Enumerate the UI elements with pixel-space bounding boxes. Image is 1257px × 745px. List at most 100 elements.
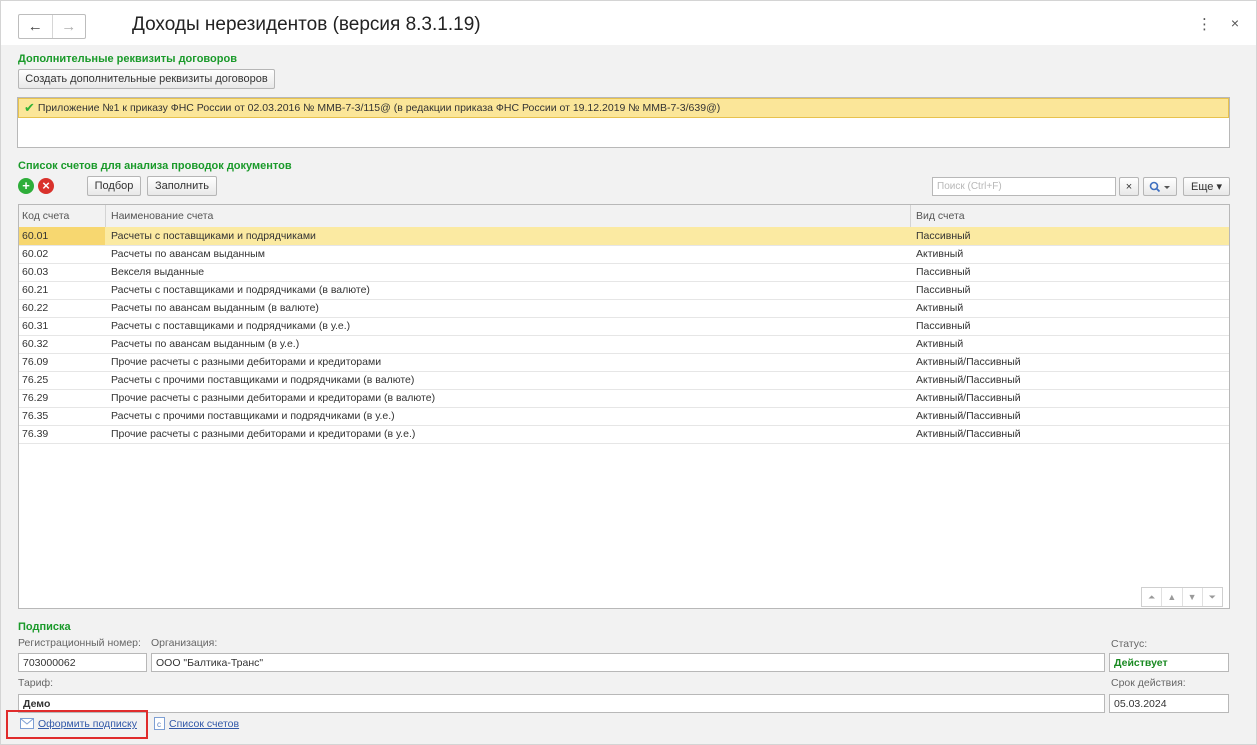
account-code: 60.03 (22, 266, 49, 278)
scroll-to-top-icon[interactable]: ⏶ (1142, 588, 1161, 606)
column-header-type[interactable]: Вид счета (916, 210, 965, 222)
account-code-cell: 76.39 (19, 425, 105, 443)
account-code-cell: 60.02 (19, 245, 105, 263)
account-code: 60.32 (22, 338, 49, 350)
account-type: Пассивный (916, 266, 971, 278)
search-icon[interactable] (1143, 177, 1177, 196)
account-code-cell: 76.09 (19, 353, 105, 371)
accounts-list-link[interactable]: Список счетов (169, 718, 239, 730)
accounts-section-title: Список счетов для анализа проводок докум… (18, 160, 292, 172)
reg-number-label: Регистрационный номер: (18, 637, 141, 649)
tariff-field[interactable]: Демо (18, 694, 1105, 713)
account-code-cell: 76.25 (19, 371, 105, 389)
select-button[interactable]: Подбор (87, 176, 141, 196)
tariff-label: Тариф: (18, 677, 54, 689)
column-divider[interactable] (105, 205, 106, 227)
account-code-cell: 60.03 (19, 263, 105, 281)
table-header: Код счета Наименование счета Вид счета (19, 205, 1229, 228)
account-name: Расчеты по авансам выданным (в валюте) (111, 302, 319, 314)
reg-number-field[interactable]: 703000062 (18, 653, 147, 672)
contract-item-text: Приложение №1 к приказу ФНС России от 02… (37, 102, 721, 114)
table-row[interactable]: 76.39 Прочие расчеты с разными дебиторами… (19, 425, 1229, 444)
table-row[interactable]: 60.31 Расчеты с поставщиками и подрядчика… (19, 317, 1229, 336)
account-name: Векселя выданные (111, 266, 205, 278)
account-code: 60.02 (22, 248, 49, 260)
account-type: Активный/Пассивный (916, 428, 1021, 440)
account-code-cell: 60.22 (19, 299, 105, 317)
more-menu-icon[interactable]: ⋮ (1197, 15, 1212, 33)
column-header-code[interactable]: Код счета (22, 210, 69, 222)
account-type: Пассивный (916, 284, 971, 296)
svg-text:c: c (157, 720, 161, 729)
account-name: Расчеты по авансам выданным (в у.е.) (111, 338, 300, 350)
table-row[interactable]: 60.01 Расчеты с поставщиками и подрядчика… (19, 227, 1229, 246)
contracts-list: ✔ Приложение №1 к приказу ФНС России от … (17, 97, 1230, 148)
account-type: Пассивный (916, 230, 971, 242)
document-icon: c (154, 717, 165, 730)
scroll-to-bottom-icon[interactable]: ⏷ (1201, 588, 1222, 606)
table-row[interactable]: 76.25 Расчеты с прочими поставщиками и по… (19, 371, 1229, 390)
add-icon[interactable]: + (18, 178, 34, 194)
table-row[interactable]: 76.35 Расчеты с прочими поставщиками и по… (19, 407, 1229, 426)
scroll-up-icon[interactable]: ▲ (1161, 588, 1181, 606)
table-scroll-buttons: ⏶ ▲ ▼ ⏷ (1141, 587, 1223, 607)
account-code-cell: 60.01 (19, 227, 105, 245)
account-name: Расчеты с поставщиками и подрядчиками (в… (111, 284, 370, 296)
table-row[interactable]: 76.09 Прочие расчеты с разными дебиторами… (19, 353, 1229, 372)
page-title: Доходы нерезидентов (версия 8.3.1.19) (132, 14, 481, 35)
account-type: Активный (916, 338, 964, 350)
account-type: Активный/Пассивный (916, 410, 1021, 422)
accounts-table: Код счета Наименование счета Вид счета 6… (18, 204, 1230, 609)
contracts-list-item[interactable]: ✔ Приложение №1 к приказу ФНС России от … (18, 98, 1229, 118)
column-header-name[interactable]: Наименование счета (111, 210, 213, 222)
table-row[interactable]: 60.03 Векселя выданные Пассивный (19, 263, 1229, 282)
search-input[interactable]: Поиск (Ctrl+F) (932, 177, 1116, 196)
account-code-cell: 60.31 (19, 317, 105, 335)
table-row[interactable]: 60.02 Расчеты по авансам выданным Активный (19, 245, 1229, 264)
close-icon[interactable]: × (1231, 15, 1239, 31)
account-type: Активный (916, 302, 964, 314)
account-code: 76.25 (22, 374, 49, 386)
scroll-down-icon[interactable]: ▼ (1181, 588, 1202, 606)
account-type: Пассивный (916, 320, 971, 332)
table-row[interactable]: 76.29 Прочие расчеты с разными дебиторами… (19, 389, 1229, 408)
account-type: Активный/Пассивный (916, 374, 1021, 386)
delete-icon[interactable]: × (38, 178, 54, 194)
account-name: Прочие расчеты с разными дебиторами и кр… (111, 428, 416, 440)
organization-field[interactable]: ООО "Балтика-Транс" (151, 653, 1105, 672)
account-code: 60.21 (22, 284, 49, 296)
account-name: Прочие расчеты с разными дебиторами и кр… (111, 356, 382, 368)
subscribe-link[interactable]: Оформить подписку (38, 718, 137, 730)
more-button[interactable]: Еще ▾ (1183, 177, 1230, 196)
magnifier-icon (1149, 181, 1170, 192)
create-contract-requisites-button[interactable]: Создать дополнительные реквизиты договор… (18, 69, 275, 89)
back-arrow-icon[interactable]: ← (19, 15, 52, 38)
account-name: Расчеты с поставщиками и подрядчиками (111, 230, 316, 242)
account-name: Прочие расчеты с разными дебиторами и кр… (111, 392, 436, 404)
table-row[interactable]: 60.22 Расчеты по авансам выданным (в валю… (19, 299, 1229, 318)
account-code: 76.29 (22, 392, 49, 404)
account-name: Расчеты по авансам выданным (111, 248, 265, 260)
account-name: Расчеты с прочими поставщиками и подрядч… (111, 410, 395, 422)
account-code: 76.35 (22, 410, 49, 422)
fill-button[interactable]: Заполнить (147, 176, 217, 196)
contracts-section-title: Дополнительные реквизиты договоров (18, 53, 237, 65)
account-name: Расчеты с поставщиками и подрядчиками (в… (111, 320, 351, 332)
clear-search-icon[interactable]: × (1119, 177, 1139, 196)
navigation-buttons: ← → (18, 14, 86, 39)
status-field: Действует (1109, 653, 1229, 672)
account-name: Расчеты с прочими поставщиками и подрядч… (111, 374, 415, 386)
account-code-cell: 76.29 (19, 389, 105, 407)
account-code-cell: 76.35 (19, 407, 105, 425)
account-code: 76.39 (22, 428, 49, 440)
column-divider[interactable] (910, 205, 911, 227)
forward-arrow-icon[interactable]: → (51, 15, 86, 38)
account-code: 76.09 (22, 356, 49, 368)
table-row[interactable]: 60.32 Расчеты по авансам выданным (в у.е.… (19, 335, 1229, 354)
subscription-section-title: Подписка (18, 621, 71, 633)
app-window: ← → Доходы нерезидентов (версия 8.3.1.19… (0, 0, 1257, 745)
table-row[interactable]: 60.21 Расчеты с поставщиками и подрядчика… (19, 281, 1229, 300)
validity-field[interactable]: 05.03.2024 (1109, 694, 1229, 713)
account-code: 60.22 (22, 302, 49, 314)
account-code: 60.01 (22, 230, 49, 242)
